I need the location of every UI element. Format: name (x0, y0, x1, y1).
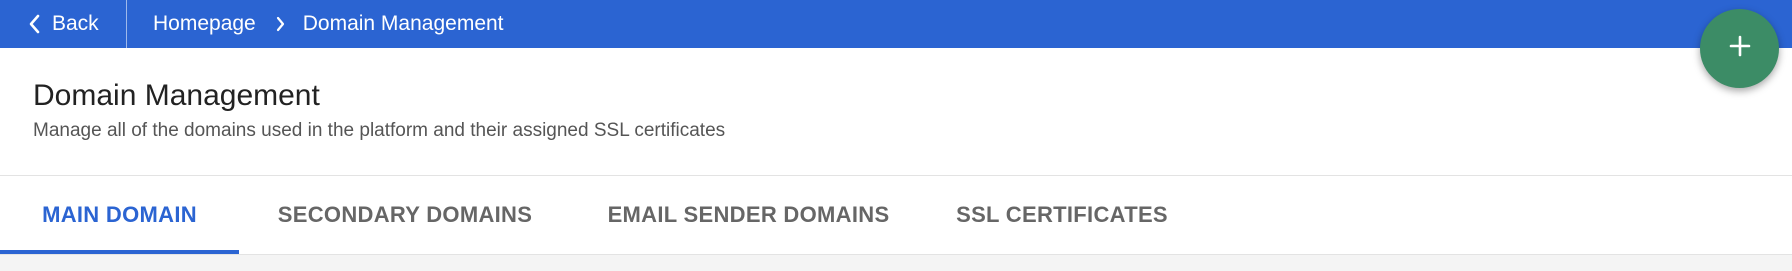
top-navigation-bar: Back Homepage Domain Management (0, 0, 1792, 48)
tab-ssl-certificates[interactable]: SSL CERTIFICATES (956, 176, 1168, 254)
tab-main-domain[interactable]: MAIN DOMAIN (0, 176, 239, 254)
topbar-divider (126, 0, 127, 48)
chevron-right-icon (276, 16, 285, 32)
tab-secondary-domains[interactable]: SECONDARY DOMAINS (270, 176, 540, 254)
page-subtitle: Manage all of the domains used in the pl… (33, 120, 726, 141)
plus-icon (1728, 34, 1752, 63)
back-button[interactable]: Back (28, 0, 99, 48)
breadcrumb-current: Domain Management (302, 12, 504, 35)
tab-email-sender-domains[interactable]: EMAIL SENDER DOMAINS (600, 176, 897, 254)
page-title: Domain Management (33, 79, 320, 112)
back-label: Back (52, 12, 99, 35)
add-domain-button[interactable] (1700, 9, 1779, 88)
page-header: Domain Management Manage all of the doma… (0, 48, 1792, 176)
breadcrumb: Homepage Domain Management (153, 0, 504, 48)
breadcrumb-homepage-link[interactable]: Homepage (153, 12, 256, 36)
chevron-left-icon (28, 14, 40, 34)
active-tab-indicator (0, 250, 239, 254)
tab-bar: MAIN DOMAIN SECONDARY DOMAINS EMAIL SEND… (0, 176, 1792, 255)
